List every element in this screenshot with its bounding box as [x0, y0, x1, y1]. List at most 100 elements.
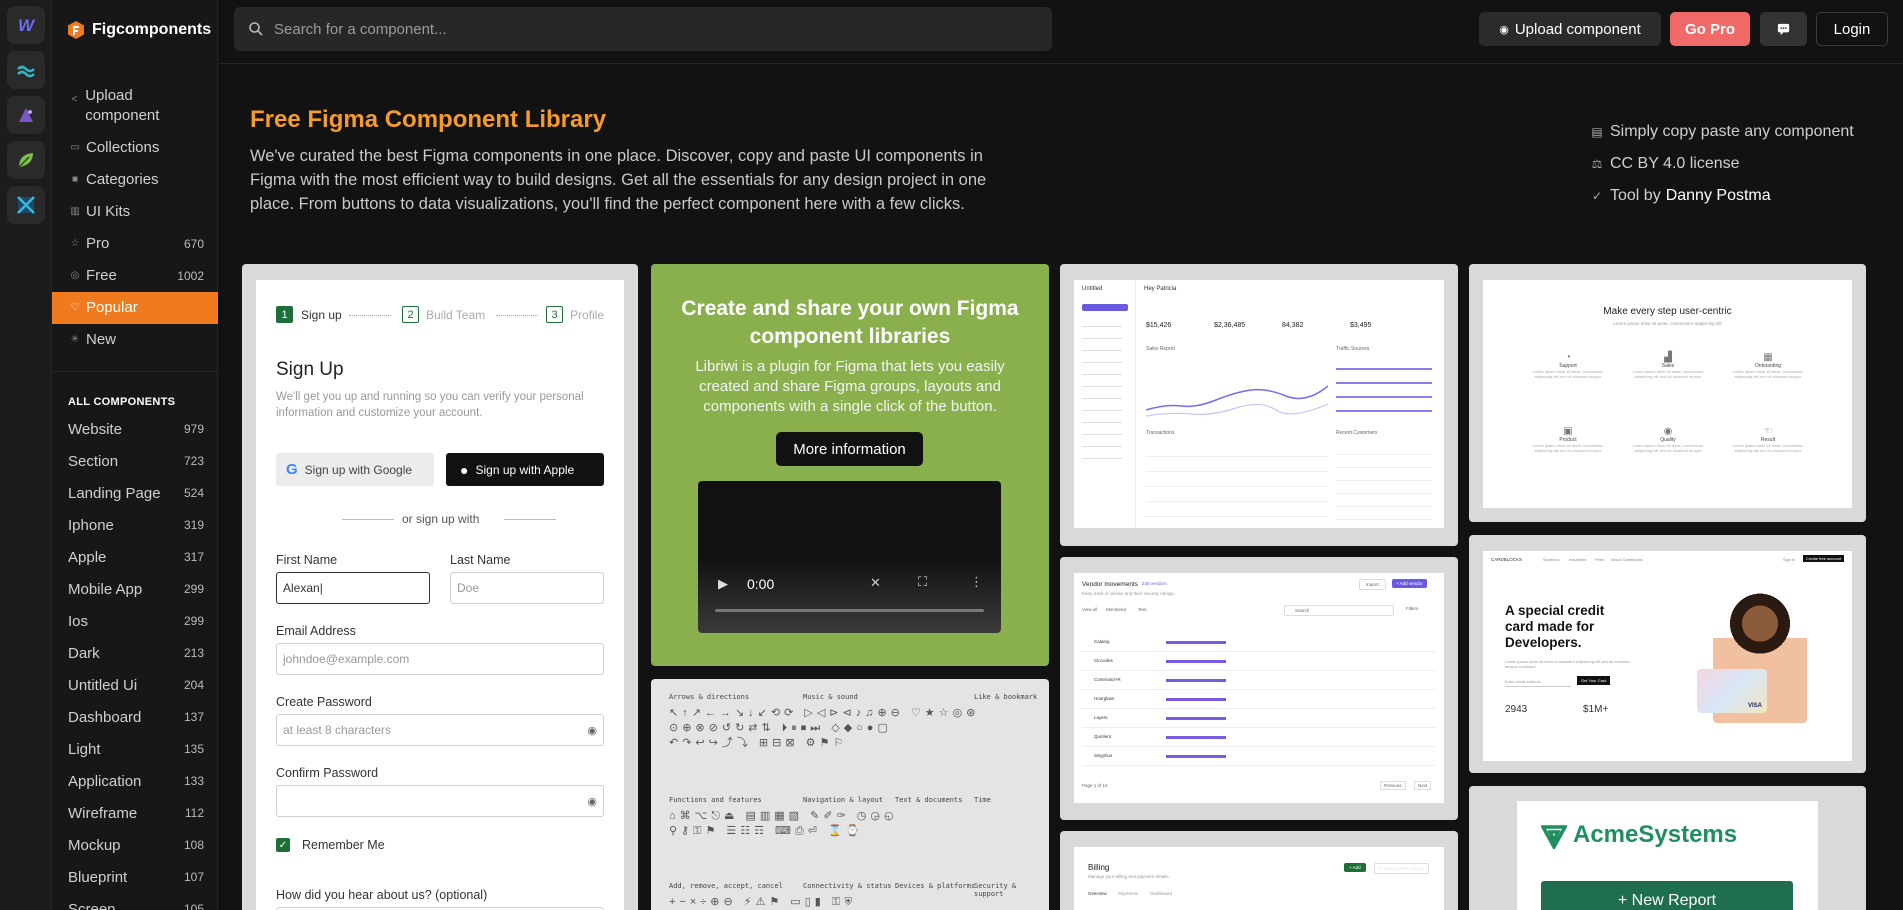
- feature-text: Lorem ipsum dolor sit amet, consectetur …: [1532, 369, 1604, 379]
- signup-title: Sign Up: [276, 359, 344, 380]
- nav-free[interactable]: ◎ Free 1002: [52, 260, 218, 292]
- category-label: Screen: [68, 900, 116, 910]
- search-icon: [249, 22, 263, 36]
- category-item[interactable]: Wireframe 112: [52, 797, 218, 829]
- free-icon: ◎: [70, 270, 80, 281]
- video-player[interactable]: ▶ 0:00 ✕ ⛶ ⋮: [698, 481, 1001, 633]
- credit-nav-item: Industries: [1569, 557, 1587, 562]
- credit-card-graphic: VISA: [1697, 669, 1767, 713]
- category-item[interactable]: Mobile App 299: [52, 573, 218, 605]
- vendor-tab: View all: [1082, 607, 1098, 612]
- acme-brand: AcmeSystems: [1573, 821, 1738, 848]
- login-button[interactable]: Login: [1816, 12, 1888, 46]
- features-title: Make every step user-centric: [1603, 306, 1732, 317]
- workspace-wizard-icon[interactable]: [7, 96, 45, 134]
- category-item[interactable]: Application 133: [52, 765, 218, 797]
- dashboard-stat: $3,495: [1350, 322, 1372, 329]
- category-item[interactable]: Screen 105: [52, 893, 218, 910]
- workspace-w-icon[interactable]: W: [7, 6, 45, 44]
- nav-upload-component[interactable]: < Upload component: [52, 86, 218, 132]
- feature-item: ▣ Product Lorem ipsum dolor sit amet, cons…: [1523, 426, 1613, 453]
- component-card-acme[interactable]: AcmeSystems + New Report: [1469, 786, 1866, 910]
- upload-component-button[interactable]: ◉ Upload component: [1479, 12, 1661, 46]
- category-label: Dashboard: [68, 708, 142, 726]
- go-pro-button[interactable]: Go Pro: [1670, 12, 1750, 46]
- icon-group-text: Text & documents: [895, 796, 963, 804]
- play-icon[interactable]: ▶: [718, 576, 728, 592]
- nav-ui-kits[interactable]: ▥ UI Kits: [52, 196, 218, 228]
- component-card-billing[interactable]: Billing Manage your billing and payment …: [1060, 831, 1458, 910]
- category-item[interactable]: Apple 317: [52, 541, 218, 573]
- upload-circle-icon: ◉: [1499, 23, 1509, 36]
- sidebar-divider: [52, 371, 218, 372]
- signup-preview: 1 Sign up 2 Build Team 3 Profile Sign Up…: [256, 280, 624, 910]
- more-options-icon[interactable]: ⋮: [970, 574, 983, 590]
- fact-text: Simply copy paste any component: [1610, 123, 1854, 140]
- traffic-bars: [1336, 360, 1432, 420]
- fullscreen-icon[interactable]: ⛶: [918, 574, 927, 590]
- app-rail: W: [0, 0, 52, 910]
- workspace-grid-icon[interactable]: [7, 186, 45, 224]
- email-field: johndoe@example.com: [276, 643, 604, 675]
- component-card-features[interactable]: Make every step user-centric Lorem ipsum…: [1469, 264, 1866, 522]
- component-card-signup[interactable]: 1 Sign up 2 Build Team 3 Profile Sign Up…: [242, 264, 638, 910]
- category-label: Wireframe: [68, 804, 138, 822]
- category-item[interactable]: Landing Page 524: [52, 477, 218, 509]
- confirm-password-label: Confirm Password: [276, 766, 379, 780]
- component-card-icons[interactable]: Arrows & directions Music & sound Like &…: [651, 679, 1049, 910]
- box-icon: ▦: [1763, 352, 1773, 363]
- nav-popular[interactable]: ♡ Popular: [52, 292, 218, 324]
- search-input[interactable]: [274, 20, 1034, 38]
- dashboard-stat: $15,426: [1146, 322, 1172, 329]
- category-label: Ios: [68, 612, 89, 630]
- category-count: 213: [183, 646, 204, 660]
- mute-icon[interactable]: ✕: [870, 575, 881, 591]
- sparkle-icon: ✳: [70, 334, 80, 345]
- vendor-search: Search: [1284, 605, 1394, 616]
- google-icon: G: [286, 461, 298, 478]
- component-card-dashboard[interactable]: Untitled Hey Patricia $15,426 $2,36,485 …: [1060, 264, 1458, 546]
- category-item[interactable]: Ios 299: [52, 605, 218, 637]
- top-bar: ◉ Upload component Go Pro Login: [218, 0, 1903, 64]
- author-link[interactable]: Danny Postma: [1666, 187, 1771, 205]
- category-item[interactable]: Section 723: [52, 445, 218, 477]
- video-time: 0:00: [747, 576, 775, 592]
- component-card-vendors[interactable]: Vendor movements 240 vendors Keep track …: [1060, 557, 1458, 820]
- search-bar[interactable]: [234, 7, 1052, 51]
- recent-customers-label: Recent Customers: [1336, 430, 1378, 436]
- more-information-button[interactable]: More information: [776, 432, 923, 466]
- category-label: Light: [68, 740, 101, 758]
- component-card-credit[interactable]: CARDBLOCKS Solutions Industries Fees Abo…: [1469, 535, 1866, 773]
- category-item[interactable]: Website 979: [52, 413, 218, 445]
- chat-button[interactable]: [1760, 12, 1807, 46]
- category-item[interactable]: Iphone 319: [52, 509, 218, 541]
- vendor-add-button: + Add vendor: [1392, 579, 1427, 588]
- nav-label: Collections: [86, 139, 160, 156]
- category-item[interactable]: Light 135: [52, 733, 218, 765]
- category-count: 135: [183, 742, 204, 756]
- category-item[interactable]: Untitled Ui 204: [52, 669, 218, 701]
- all-components-title: ALL COMPONENTS: [68, 396, 176, 408]
- workspace-wave-icon[interactable]: [7, 51, 45, 89]
- category-item[interactable]: Dark 213: [52, 637, 218, 669]
- category-item[interactable]: Mockup 108: [52, 829, 218, 861]
- category-item[interactable]: Blueprint 107: [52, 861, 218, 893]
- icon-group-connectivity: Connectivity & status: [803, 882, 892, 890]
- brand-logo[interactable]: Figcomponents: [66, 20, 211, 40]
- category-label: Mobile App: [68, 580, 143, 598]
- nav-new[interactable]: ✳ New: [52, 324, 218, 356]
- nav-pro[interactable]: ☆ Pro 670: [52, 228, 218, 260]
- nav-collections[interactable]: ▭ Collections: [52, 132, 218, 164]
- billing-download-button: Download PDF Report: [1374, 863, 1430, 874]
- category-item[interactable]: Dashboard 137: [52, 701, 218, 733]
- fact-license: ⚖ CC BY 4.0 license: [1590, 148, 1890, 180]
- workspace-leaf-icon[interactable]: [7, 141, 45, 179]
- password-label: Create Password: [276, 695, 372, 709]
- vendor-subtitle: Keep track of vendor and their security …: [1082, 591, 1176, 596]
- fact-copy: ▤ Simply copy paste any component: [1590, 116, 1890, 148]
- nav-categories[interactable]: ■ Categories: [52, 164, 218, 196]
- credit-nav-item: Fees: [1595, 557, 1604, 562]
- category-count: 108: [183, 838, 204, 852]
- hear-label: How did you hear about us? (optional): [276, 888, 488, 902]
- video-progress-track[interactable]: [715, 609, 984, 612]
